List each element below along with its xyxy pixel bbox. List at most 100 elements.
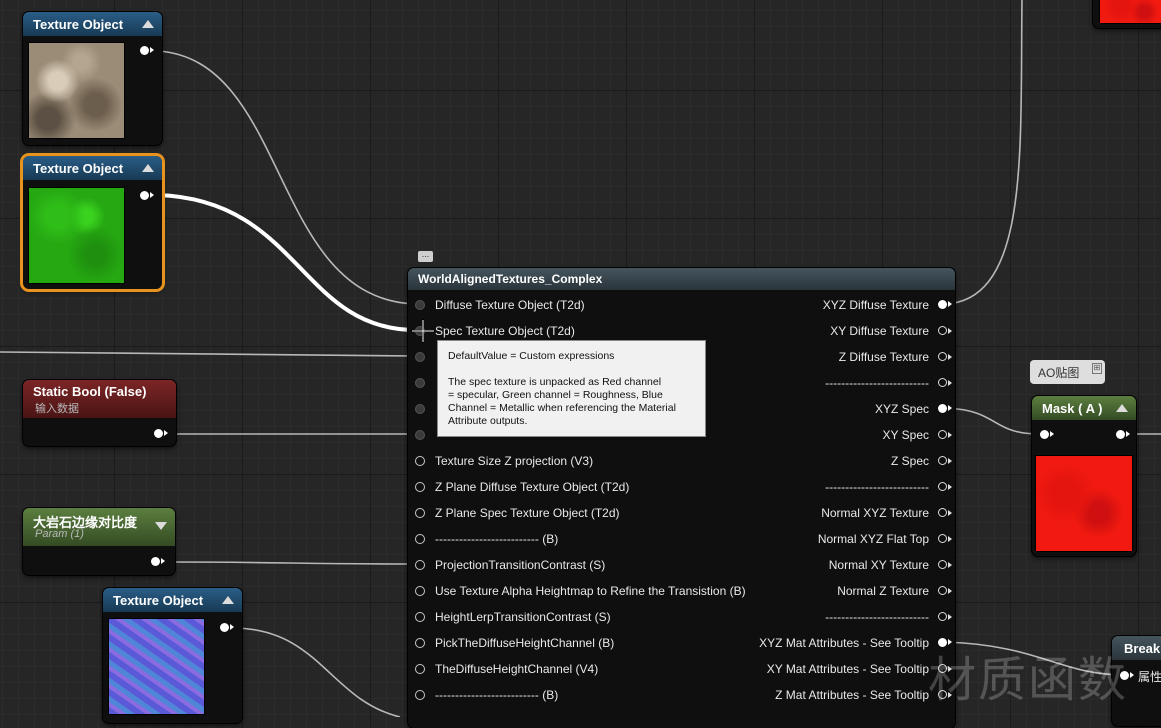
input-pin[interactable] — [415, 586, 425, 596]
wire-diffuse — [157, 50, 417, 305]
output-pin[interactable] — [938, 482, 952, 491]
tooltip-line: Attribute outputs. — [448, 415, 528, 427]
node-header[interactable]: Mask ( A ) — [1032, 396, 1136, 420]
output-pin[interactable] — [154, 429, 168, 438]
input-pin[interactable] — [415, 404, 425, 414]
input-pin[interactable] — [415, 378, 425, 388]
collapse-arrow-icon[interactable] — [222, 596, 234, 604]
wire-spec-selected — [157, 193, 417, 332]
input-pin[interactable] — [415, 508, 425, 518]
input-pin-label: Z Plane Diffuse Texture Object (T2d) — [435, 480, 630, 494]
input-pin[interactable] — [415, 664, 425, 674]
output-pin[interactable] — [938, 612, 952, 621]
input-pin-label: -------------------------- (B) — [435, 688, 559, 702]
red-preview-node[interactable] — [1093, 0, 1161, 28]
ao-comment-bubble[interactable]: AO贴图 ⊞ — [1030, 360, 1105, 384]
output-pin[interactable] — [140, 191, 154, 200]
wire-xyz-spec-out — [944, 407, 1041, 435]
pin-row: Texture Size Z projection (V3) Z Spec — [415, 448, 955, 474]
collapse-arrow-icon[interactable] — [1116, 404, 1128, 412]
static-bool-node[interactable]: Static Bool (False) 输入数据 — [23, 380, 176, 446]
collapse-arrow-icon[interactable] — [142, 164, 154, 172]
node-header[interactable]: Texture Object — [103, 588, 242, 612]
input-pin[interactable] — [415, 560, 425, 570]
node-header[interactable]: Texture Object — [23, 12, 162, 36]
output-pin-label: XY Spec — [882, 428, 929, 442]
comment-label: AO贴图 — [1038, 365, 1080, 380]
tooltip-line: = specular, Green channel = Roughness, B… — [448, 389, 663, 401]
node-title: Mask ( A ) — [1042, 400, 1103, 416]
node-title: Texture Object — [113, 592, 204, 608]
texture-preview-rock — [28, 42, 125, 139]
input-pin-label: Diffuse Texture Object (T2d) — [435, 298, 585, 312]
input-pin[interactable] — [415, 430, 425, 440]
pin-row: -------------------------- (B) Z Mat Attr… — [415, 682, 955, 708]
tooltip-line: Channel = Metallic when referencing the … — [448, 402, 676, 414]
output-pin-label: Z Mat Attributes - See Tooltip — [775, 688, 929, 702]
input-pin-label: HeightLerpTransitionContrast (S) — [435, 610, 611, 624]
mask-preview — [1035, 455, 1133, 552]
mask-node[interactable]: Mask ( A ) — [1032, 396, 1136, 556]
pin-icon[interactable]: ⊞ — [1092, 363, 1102, 374]
collapse-arrow-icon[interactable] — [142, 20, 154, 28]
world-aligned-textures-node[interactable]: WorldAlignedTextures_Complex Diffuse Tex… — [408, 268, 955, 728]
output-pin[interactable] — [938, 586, 952, 595]
node-title: Break — [1124, 640, 1161, 656]
pin-label: 属性 — [1138, 670, 1161, 684]
texture-object-node-normal[interactable]: Texture Object — [103, 588, 242, 723]
output-pin[interactable] — [938, 352, 952, 361]
comment-bubble-icon[interactable]: ... — [418, 250, 433, 262]
output-pin[interactable] — [938, 378, 952, 387]
input-pin[interactable] — [415, 534, 425, 544]
output-pin-label: -------------------------- — [825, 480, 929, 494]
input-pin-label: PickTheDiffuseHeightChannel (B) — [435, 636, 615, 650]
node-title: Static Bool (False) — [33, 384, 147, 399]
output-pin[interactable] — [938, 456, 952, 465]
texture-object-node-rock[interactable]: Texture Object — [23, 12, 162, 145]
node-subtitle: 输入数据 — [35, 403, 79, 415]
input-pin[interactable] — [1040, 430, 1054, 439]
output-pin[interactable] — [1116, 430, 1130, 439]
input-pin[interactable] — [415, 352, 425, 362]
texture-object-node-green[interactable]: Texture Object — [23, 156, 162, 289]
crosshair-cursor-icon — [411, 319, 435, 343]
output-pin-label: XYZ Diffuse Texture — [822, 298, 929, 312]
output-pin[interactable] — [938, 404, 952, 413]
input-pin-label: Z Plane Spec Texture Object (T2d) — [435, 506, 620, 520]
pin-row: Use Texture Alpha Heightmap to Refine th… — [415, 578, 955, 604]
input-pin[interactable] — [415, 612, 425, 622]
node-header[interactable]: WorldAlignedTextures_Complex — [408, 268, 955, 290]
collapse-arrow-icon[interactable] — [155, 522, 167, 530]
pin-row: Diffuse Texture Object (T2d) XYZ Diffuse … — [415, 292, 955, 318]
node-header[interactable]: Texture Object — [23, 156, 162, 180]
output-pin[interactable] — [938, 534, 952, 543]
input-pin[interactable] — [415, 300, 425, 310]
output-pin[interactable] — [938, 430, 952, 439]
input-pin[interactable] — [415, 638, 425, 648]
output-pin[interactable] — [938, 560, 952, 569]
node-header[interactable]: 大岩石边缘对比度 Param (1) — [23, 508, 175, 546]
output-pin-label: -------------------------- — [825, 610, 929, 624]
output-pin-label: Normal Z Texture — [837, 584, 929, 598]
output-pin-label: Normal XY Texture — [828, 558, 929, 572]
input-pin-label: ProjectionTransitionContrast (S) — [435, 558, 606, 572]
tooltip-line: DefaultValue = Custom expressions — [448, 350, 615, 362]
output-pin[interactable] — [938, 300, 952, 309]
output-pin[interactable] — [938, 508, 952, 517]
input-pin[interactable] — [415, 690, 425, 700]
scalar-param-node[interactable]: 大岩石边缘对比度 Param (1) — [23, 508, 175, 575]
input-pin[interactable] — [415, 482, 425, 492]
output-pin[interactable] — [151, 557, 165, 566]
node-header[interactable]: Static Bool (False) 输入数据 — [23, 380, 176, 418]
wire-xyz-diffuse-out — [944, 0, 1023, 305]
pin-row: TheDiffuseHeightChannel (V4) XY Mat Attri… — [415, 656, 955, 682]
node-subtitle: Param (1) — [35, 528, 84, 540]
output-pin[interactable] — [938, 326, 952, 335]
input-pin[interactable] — [415, 456, 425, 466]
input-pin-label: TheDiffuseHeightChannel (V4) — [435, 662, 599, 676]
output-pin-label: Z Spec — [890, 454, 929, 468]
output-pin[interactable] — [220, 623, 234, 632]
node-title: Texture Object — [33, 160, 124, 176]
pin-row: HeightLerpTransitionContrast (S) --------… — [415, 604, 955, 630]
output-pin[interactable] — [140, 46, 154, 55]
